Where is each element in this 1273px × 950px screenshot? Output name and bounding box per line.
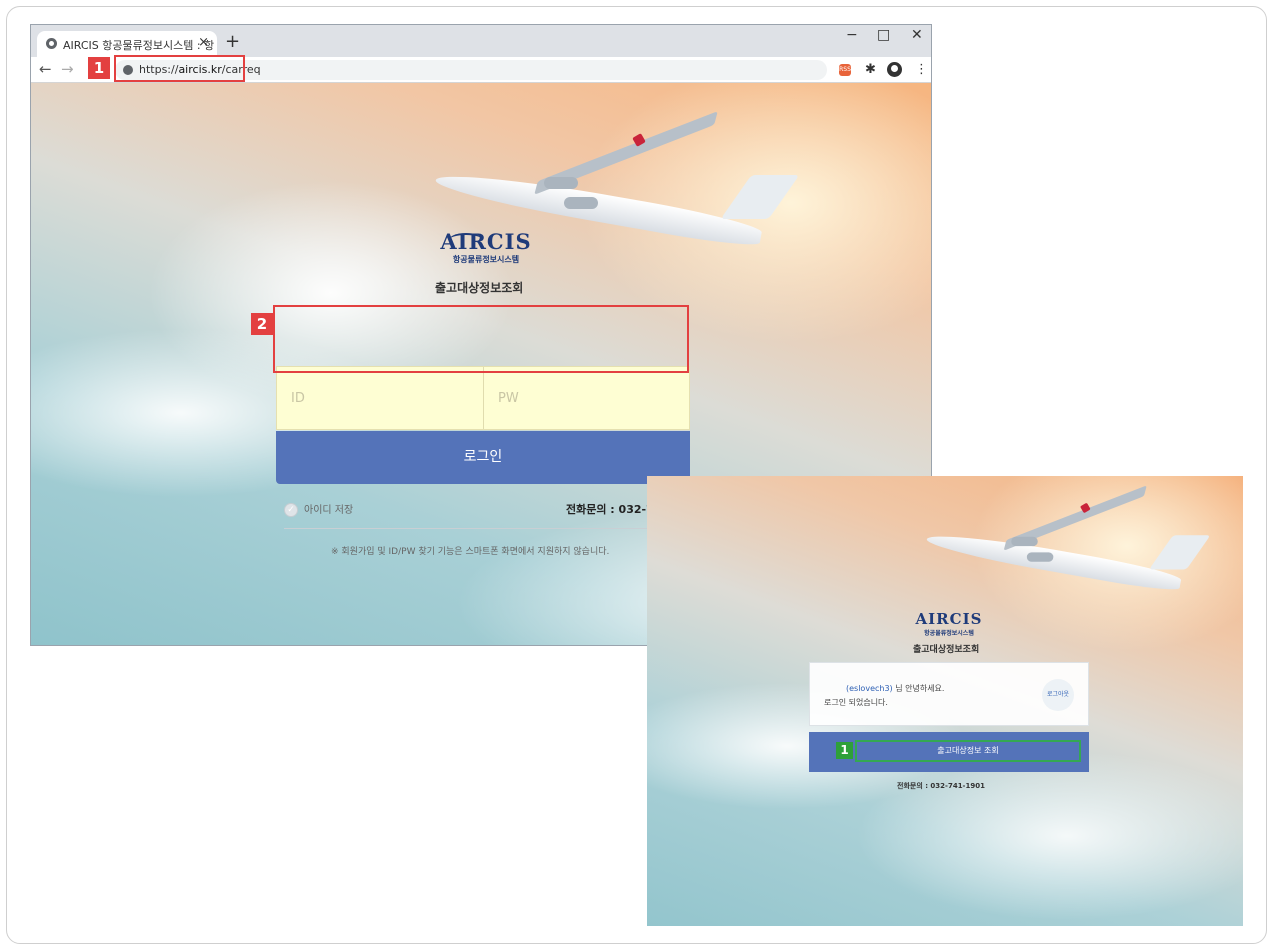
back-arrow-icon[interactable]: ← [39,60,52,78]
menu-dots-icon[interactable]: ⋮ [915,62,928,77]
annotation-badge-url: 1 [88,57,110,79]
annotation-box-url [114,55,245,82]
aircis-logo: AIRCIS 항공물류정보시스템 [431,229,541,265]
tab-strip: AIRCIS 항공물류정보시스템 : 항 × + − □ ✕ [31,25,931,57]
aircis-logo: AIRCIS 항공물류정보시스템 [909,610,989,637]
login-button[interactable]: 로그인 [276,431,690,484]
logged-in-text: 로그인 되었습니다. [824,698,888,707]
notice-text: ※ 회원가입 및 ID/PW 찾기 기능은 스마트폰 화면에서 지원하지 않습니… [331,547,610,557]
maximize-button[interactable]: □ [877,27,890,43]
page-title: 출고대상정보조회 [913,645,980,655]
rss-extension-icon[interactable]: RSS [839,64,851,76]
airplane-tail [1148,535,1211,570]
logo-wordmark: AIRCIS [440,229,532,254]
tab-close-icon[interactable]: × [198,35,209,50]
extensions-puzzle-icon[interactable]: ✱ [865,62,876,77]
shipment-query-button[interactable]: 출고대상정보 조회 [855,740,1081,762]
save-id-checkbox[interactable]: ✓ 아이디 저장 [284,501,353,517]
globe-icon [46,38,57,49]
minimize-button[interactable]: − [846,27,858,43]
divider-line [284,528,690,529]
browser-tab[interactable]: AIRCIS 항공물류정보시스템 : 항 × [37,31,217,57]
logo-subtitle: 항공물류정보시스템 [924,630,974,637]
airplane-engine [1026,552,1054,562]
logged-in-screenshot: AIRCIS 항공물류정보시스템 출고대상정보조회 (eslovech3) 님 … [647,476,1243,926]
annotation-box-inputs [273,305,689,373]
airplane-engine [544,177,578,189]
id-input[interactable] [277,367,483,429]
annotation-badge-query: 1 [836,742,853,759]
logo-swoosh [449,233,483,247]
save-id-label: 아이디 저장 [304,505,354,516]
greeting-line: (eslovech3) 님 안녕하세요. [824,683,944,694]
user-id: (eslovech3) [846,684,893,693]
forward-arrow-icon[interactable]: → [61,60,74,78]
phone-contact: 전화문의 : 032-741-1901 [897,782,985,790]
new-tab-button[interactable]: + [225,31,240,52]
airplane-fuselage [925,527,1183,594]
annotation-badge-inputs: 2 [251,313,273,335]
airplane-engine [1011,536,1038,547]
account-icon[interactable] [887,62,902,77]
logout-button[interactable]: 로그아웃 [1042,679,1074,711]
airplane-tail [720,175,800,219]
close-window-button[interactable]: ✕ [911,27,923,43]
tab-title: AIRCIS 항공물류정보시스템 : 항 [63,39,215,52]
greeting-text: 님 안녕하세요. [895,684,945,693]
pw-input[interactable] [484,367,689,429]
logo-subtitle: 항공물류정보시스템 [452,255,520,264]
airplane-engine [564,197,598,209]
login-form [276,366,690,430]
page-title: 출고대상정보조회 [435,281,524,295]
logo-wordmark: AIRCIS [915,610,983,628]
welcome-panel: (eslovech3) 님 안녕하세요. 로그인 되었습니다. 로그아웃 [809,662,1089,726]
checkmark-icon: ✓ [284,503,298,517]
